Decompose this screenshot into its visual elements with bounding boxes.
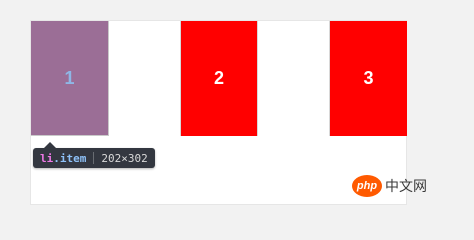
php-badge-icon: php [352,175,382,197]
item-label: 2 [213,68,224,88]
inspector-tooltip: li .item 202×302 [33,148,155,168]
tooltip-dimensions: 202×302 [101,151,148,165]
list-item-2[interactable]: 2 [180,21,258,136]
php-cn-logo: php 中文网 [352,174,427,198]
tooltip-tag: li [40,151,54,165]
list-item-3[interactable]: 3 [329,21,407,136]
page-container: 1 2 3 [30,20,407,205]
logo-text: 中文网 [385,179,427,195]
list-item-1[interactable]: 1 [31,21,109,136]
item-label: 3 [363,68,374,88]
tooltip-divider [93,152,95,164]
item-label: 1 [64,67,75,88]
tooltip-class: .item [53,151,87,165]
